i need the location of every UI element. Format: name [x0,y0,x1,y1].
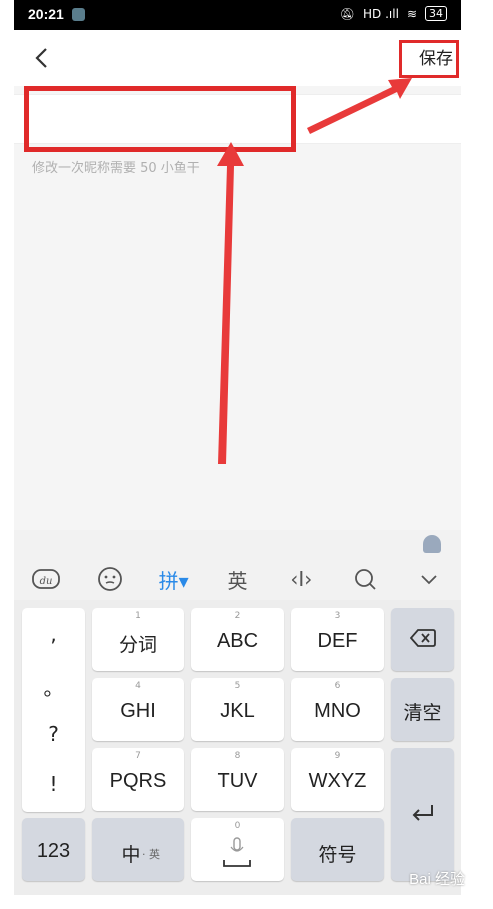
key-1[interactable]: 1 分词 [92,608,184,671]
key-5[interactable]: 5 JKL [191,678,284,741]
key-8[interactable]: 8 TUV [191,748,284,811]
pinyin-mode-tab[interactable]: 拼▾ [154,561,194,597]
key-9[interactable]: 9 WXYZ [291,748,384,811]
keyboard: du 拼▾ 英 ‹I› , 。 ? ! 1 分词 2 ABC 3 DEF 4 G… [14,530,461,895]
comma-key[interactable]: , [22,622,85,646]
key-2[interactable]: 2 ABC [191,608,284,671]
cursor-icon[interactable]: ‹I› [281,561,321,597]
emoji-icon[interactable] [90,561,130,597]
screen: 20:21 🔕︎ HD .ıll ≋ 34 保存 修改一次昵称需要 50 小鱼干… [14,0,461,895]
clear-key[interactable]: 清空 [391,678,454,741]
english-mode-tab[interactable]: 英 [217,561,257,597]
key-7[interactable]: 7 PQRS [92,748,184,811]
svg-text:du: du [40,576,53,587]
exclaim-key[interactable]: ! [22,772,85,796]
question-key[interactable]: ? [22,722,85,746]
key-3[interactable]: 3 DEF [291,608,384,671]
annotation-arrows [217,78,412,464]
period-key[interactable]: 。 [22,672,85,701]
enter-key[interactable] [391,748,454,881]
backspace-key[interactable] [391,608,454,671]
voice-skin-icon[interactable] [423,535,441,553]
backspace-icon [410,629,436,647]
numeric-key[interactable]: 123 [22,818,85,881]
language-switch-key[interactable]: 中 · 英 [92,818,184,881]
du-logo-icon[interactable]: du [26,561,66,597]
enter-icon [412,805,433,821]
watermark: Bai 经验 [409,871,465,888]
symbols-key[interactable]: 符号 [291,818,384,881]
key-6[interactable]: 6 MNO [291,678,384,741]
key-grid: , 。 ? ! 1 分词 2 ABC 3 DEF 4 GHI 5 JKL 6 M… [14,608,461,893]
collapse-keyboard-icon[interactable] [409,561,449,597]
keyboard-toolbar: du 拼▾ 英 ‹I› [14,558,461,600]
space-key[interactable]: 0 [191,818,284,881]
punctuation-column[interactable]: , 。 ? ! [22,608,85,812]
microphone-icon [223,837,251,867]
search-icon[interactable] [345,561,385,597]
key-4[interactable]: 4 GHI [92,678,184,741]
